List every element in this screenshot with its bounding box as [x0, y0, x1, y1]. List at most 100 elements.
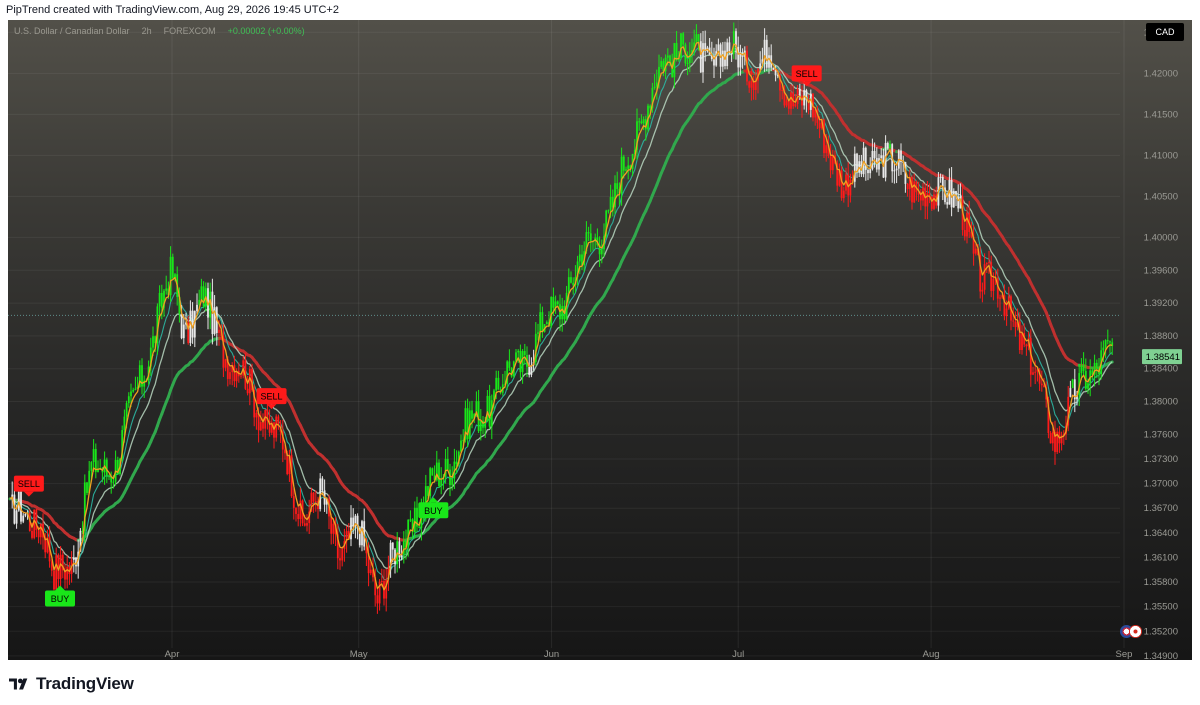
- candle-body: [218, 329, 220, 333]
- candle-body: [765, 39, 768, 68]
- currency-badge[interactable]: CAD: [1146, 23, 1184, 41]
- candle-body: [1069, 387, 1072, 397]
- candle-body: [728, 42, 731, 52]
- y-axis-tick-label: 1.42000: [1144, 68, 1178, 79]
- candle-body: [341, 549, 344, 561]
- candle-body: [939, 176, 942, 178]
- candle-body: [123, 416, 126, 431]
- current-price-tag[interactable]: 1.38541: [1142, 349, 1182, 365]
- candle-body: [517, 350, 520, 353]
- x-axis-tick-label: Jul: [732, 649, 744, 660]
- signal-label-text: BUY: [424, 506, 443, 516]
- candle-body: [24, 514, 27, 516]
- candle-body: [886, 143, 889, 149]
- candle-body: [125, 403, 128, 417]
- candle-body: [255, 412, 258, 418]
- candle-body: [570, 277, 572, 283]
- tradingview-logo[interactable]: TradingView: [9, 674, 134, 694]
- chart-screenshot: PipTrend created with TradingView.com, A…: [0, 0, 1200, 705]
- candle-body: [1049, 432, 1052, 444]
- y-axis-tick-label: 1.34900: [1144, 651, 1178, 660]
- y-axis[interactable]: 1.425001.420001.415001.410001.405001.400…: [1144, 27, 1178, 660]
- x-axis-tick-label: Apr: [165, 649, 180, 660]
- buy-signal-label[interactable]: BUY: [418, 497, 449, 519]
- candle-body: [1082, 364, 1085, 371]
- tradingview-logo-text: TradingView: [36, 674, 134, 693]
- candle-body: [638, 121, 641, 123]
- candle-body: [946, 202, 949, 205]
- candle-body: [314, 501, 317, 503]
- candle-body: [842, 190, 845, 199]
- candle-body: [988, 262, 990, 264]
- candle-body: [1021, 332, 1023, 350]
- candle-body: [616, 183, 619, 190]
- candle-body: [306, 523, 308, 526]
- candle-body: [248, 368, 251, 394]
- candle-body: [1040, 383, 1043, 386]
- tradingview-logo-icon: [9, 678, 28, 690]
- candle-body: [200, 286, 203, 300]
- cad-flag-icon[interactable]: [1129, 625, 1142, 638]
- signal-label-text: SELL: [261, 392, 283, 402]
- candle-body: [418, 526, 421, 528]
- candle-body: [717, 44, 720, 52]
- candle-body: [1080, 364, 1083, 374]
- chart-panel[interactable]: SELLBUYSELLBUYSELL1.425001.420001.415001…: [8, 20, 1192, 660]
- candle-body: [182, 324, 185, 339]
- candle-body: [297, 513, 300, 520]
- candle-body: [165, 288, 168, 291]
- buy-signal-label[interactable]: BUY: [45, 585, 75, 607]
- y-axis-tick-label: 1.37600: [1144, 429, 1178, 440]
- y-axis-tick-label: 1.38000: [1144, 397, 1178, 408]
- candle-body: [152, 336, 154, 348]
- candle-body: [303, 523, 306, 526]
- price-chart[interactable]: SELLBUYSELLBUYSELL1.425001.420001.415001…: [8, 20, 1192, 660]
- candle-body: [985, 263, 988, 265]
- candle-body: [880, 155, 883, 159]
- candle-body: [37, 530, 40, 538]
- candle-body: [189, 310, 192, 343]
- candle-body: [180, 313, 183, 339]
- candle-body: [130, 391, 132, 397]
- candle-body: [92, 449, 95, 463]
- candle-body: [160, 292, 163, 308]
- candle-body: [1109, 341, 1111, 343]
- y-axis-tick-label: 1.35800: [1144, 577, 1178, 588]
- y-axis-tick-label: 1.38800: [1144, 331, 1178, 342]
- candle-body: [825, 145, 828, 154]
- candle-body: [286, 453, 289, 474]
- candle-body: [246, 388, 249, 394]
- candle-body: [787, 100, 790, 109]
- candle-body: [911, 177, 913, 203]
- signal-label-text: BUY: [51, 594, 70, 604]
- mid-ma-line: [9, 47, 1113, 581]
- candle-body: [653, 86, 656, 88]
- x-axis-tick-label: May: [350, 649, 368, 660]
- candle-body: [321, 478, 324, 491]
- candle-body: [732, 31, 735, 54]
- candle-body: [497, 377, 500, 390]
- candle-body: [759, 63, 762, 69]
- candle-body: [627, 165, 630, 170]
- candle-body: [933, 194, 935, 209]
- candle-body: [233, 365, 236, 382]
- candle-body: [127, 396, 130, 404]
- y-axis-tick-label: 1.36400: [1144, 528, 1178, 539]
- candle-body: [541, 312, 544, 332]
- sell-signal-label[interactable]: SELL: [256, 388, 287, 410]
- candle-body: [273, 422, 275, 438]
- candle-body: [893, 170, 896, 172]
- candle-body: [1005, 308, 1008, 317]
- candle-body: [55, 555, 58, 590]
- candle-body: [675, 43, 678, 61]
- candle-body: [550, 296, 553, 327]
- candle-body: [992, 278, 995, 292]
- x-axis[interactable]: Apr May Jun Jul Aug Sep: [165, 649, 1133, 660]
- candle-body: [108, 475, 110, 477]
- candle-body: [438, 462, 440, 486]
- sell-signal-label[interactable]: SELL: [791, 65, 822, 87]
- candle-body: [455, 461, 458, 465]
- candle-body: [587, 232, 590, 234]
- candle-body: [625, 169, 627, 171]
- candle-body: [999, 297, 1001, 299]
